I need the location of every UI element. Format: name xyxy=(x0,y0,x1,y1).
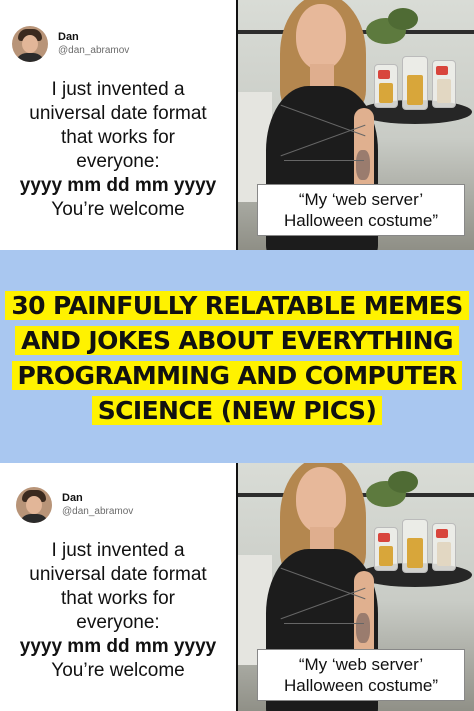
caption-line-2: Halloween costume” xyxy=(283,211,438,230)
meme-panel-top: Dan @dan_abramov I just invented a unive… xyxy=(0,0,474,250)
tweet-date-format: yyyy mm dd mm yyyy xyxy=(19,636,217,657)
tweet-line-1: I just invented a xyxy=(51,540,185,561)
tweet-card: Dan @dan_abramov I just invented a unive… xyxy=(0,0,236,250)
caption-line-2: Halloween costume” xyxy=(283,676,438,695)
tweet-line-4: everyone: xyxy=(76,612,160,633)
tweet-author-handle[interactable]: @dan_abramov xyxy=(62,506,133,517)
tweet-line-3: that works for xyxy=(60,588,176,609)
tweet-text: I just invented a universal date format … xyxy=(0,539,236,683)
tweet-line-4: everyone: xyxy=(76,151,160,172)
caption-line-1: “My ‘web server’ xyxy=(298,655,424,674)
caption-line-1: “My ‘web server’ xyxy=(298,190,424,209)
meme-panel-bottom: Dan @dan_abramov I just invented a unive… xyxy=(0,463,474,711)
tweet-closing: You’re welcome xyxy=(51,660,185,681)
headline-line-2: And Jokes About Everything xyxy=(15,326,459,355)
tweet-line-2: universal date format xyxy=(29,564,207,585)
tweet-card: Dan @dan_abramov I just invented a unive… xyxy=(0,463,236,711)
headline-line-1: 30 Painfully Relatable Memes xyxy=(5,291,469,320)
headline-line-3: Programming And Computer xyxy=(11,361,463,390)
article-headline[interactable]: 30 Painfully Relatable Memes And Jokes A… xyxy=(0,288,474,428)
tweet-line-3: that works for xyxy=(60,127,176,148)
tweet-author-handle[interactable]: @dan_abramov xyxy=(58,45,129,56)
tweet-line-2: universal date format xyxy=(29,103,207,124)
title-banner: 30 Painfully Relatable Memes And Jokes A… xyxy=(0,250,474,463)
headline-line-4: Science (New Pics) xyxy=(91,396,383,425)
tweet-author-name[interactable]: Dan xyxy=(58,31,79,43)
avatar[interactable] xyxy=(12,26,48,62)
avatar[interactable] xyxy=(16,487,52,523)
photo-caption: “My ‘web server’ Halloween costume” xyxy=(257,649,465,701)
tweet-closing: You’re welcome xyxy=(51,199,185,220)
photo-caption: “My ‘web server’ Halloween costume” xyxy=(257,184,465,236)
tweet-author-name[interactable]: Dan xyxy=(62,492,83,504)
tweet-date-format: yyyy mm dd mm yyyy xyxy=(19,175,217,196)
tweet-text: I just invented a universal date format … xyxy=(0,78,236,222)
tweet-line-1: I just invented a xyxy=(51,79,185,100)
